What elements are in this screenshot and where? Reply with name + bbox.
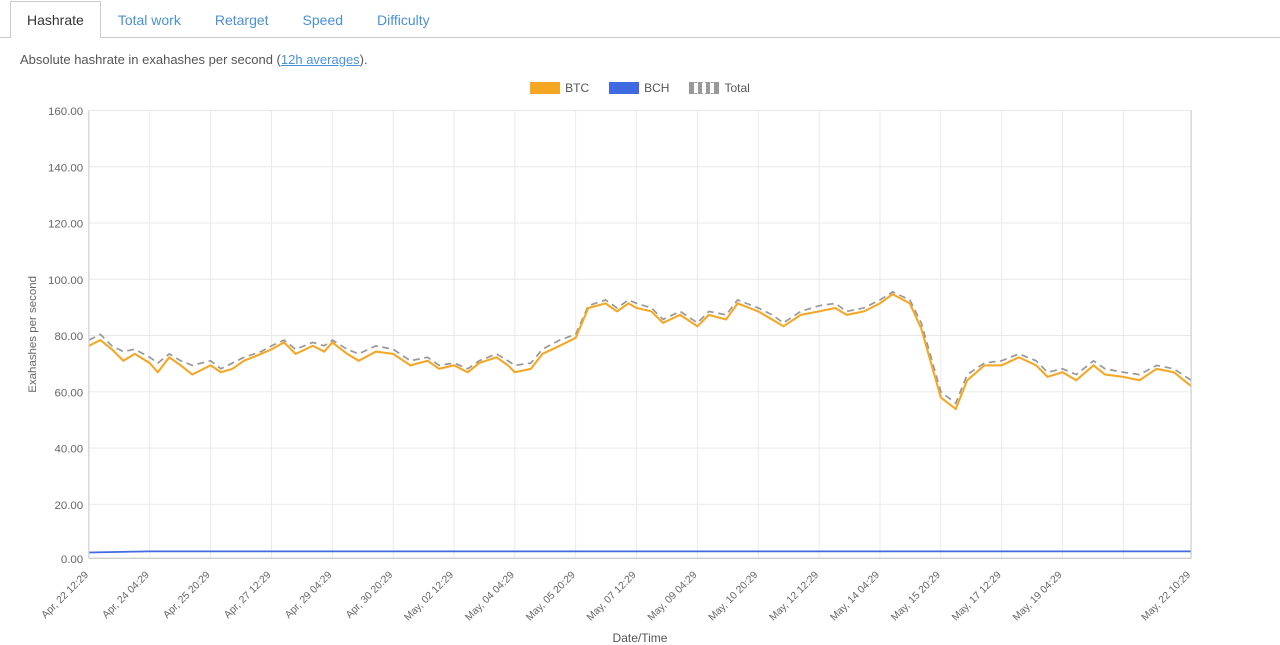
svg-text:20.00: 20.00: [54, 500, 83, 512]
legend-bch: BCH: [609, 81, 669, 95]
tab-difficulty[interactable]: Difficulty: [360, 1, 447, 38]
x-axis-label: Date/Time: [0, 631, 1280, 645]
svg-text:Apr, 25 20:29: Apr, 25 20:29: [161, 570, 212, 621]
total-color-swatch: [689, 82, 719, 94]
svg-text:Apr, 30 20:29: Apr, 30 20:29: [344, 570, 395, 621]
main-chart: 160.00 140.00 120.00 100.00 80.00 60.00 …: [20, 99, 1260, 627]
tab-totalwork[interactable]: Total work: [101, 1, 198, 38]
svg-text:May, 05 20:29: May, 05 20:29: [524, 570, 578, 624]
chart-legend: BTC BCH Total: [0, 81, 1280, 95]
btc-color-swatch: [530, 82, 560, 94]
btc-label: BTC: [565, 81, 589, 95]
chart-area: 160.00 140.00 120.00 100.00 80.00 60.00 …: [20, 99, 1260, 627]
chart-subtitle: Absolute hashrate in exahashes per secon…: [0, 38, 1280, 75]
svg-text:Exahashes per second: Exahashes per second: [27, 276, 39, 393]
bch-label: BCH: [644, 81, 669, 95]
svg-text:May, 09 04:29: May, 09 04:29: [646, 570, 700, 624]
svg-text:0.00: 0.00: [61, 554, 83, 566]
svg-text:May, 04 04:29: May, 04 04:29: [463, 570, 517, 624]
svg-text:160.00: 160.00: [48, 106, 83, 118]
tab-speed[interactable]: Speed: [286, 1, 360, 38]
bch-color-swatch: [609, 82, 639, 94]
svg-text:60.00: 60.00: [54, 387, 83, 399]
svg-text:May, 14 04:29: May, 14 04:29: [829, 570, 883, 624]
svg-text:Apr, 22 12:29: Apr, 22 12:29: [40, 570, 91, 621]
legend-total: Total: [689, 81, 749, 95]
svg-text:Apr, 27 12:29: Apr, 27 12:29: [222, 570, 273, 621]
svg-text:May, 12 12:29: May, 12 12:29: [768, 570, 822, 624]
svg-text:Apr, 29 04:29: Apr, 29 04:29: [283, 570, 334, 621]
svg-text:May, 15 20:29: May, 15 20:29: [889, 570, 943, 624]
svg-text:May, 19 04:29: May, 19 04:29: [1011, 570, 1065, 624]
averages-link[interactable]: 12h averages: [281, 52, 360, 67]
tab-hashrate[interactable]: Hashrate: [10, 1, 101, 38]
svg-text:May, 07 12:29: May, 07 12:29: [585, 570, 639, 624]
svg-text:Apr, 24 04:29: Apr, 24 04:29: [101, 570, 152, 621]
svg-text:May, 17 12:29: May, 17 12:29: [950, 570, 1004, 624]
svg-text:100.00: 100.00: [48, 275, 83, 287]
tab-retarget[interactable]: Retarget: [198, 1, 286, 38]
total-label: Total: [724, 81, 749, 95]
svg-text:120.00: 120.00: [48, 219, 83, 231]
svg-text:80.00: 80.00: [54, 331, 83, 343]
tab-bar: Hashrate Total work Retarget Speed Diffi…: [0, 0, 1280, 38]
legend-btc: BTC: [530, 81, 589, 95]
svg-text:May, 10 20:29: May, 10 20:29: [707, 570, 761, 624]
svg-text:May, 02 12:29: May, 02 12:29: [403, 570, 457, 624]
svg-text:140.00: 140.00: [48, 162, 83, 174]
svg-text:May, 22 10:29: May, 22 10:29: [1140, 570, 1194, 624]
svg-text:40.00: 40.00: [54, 444, 83, 456]
